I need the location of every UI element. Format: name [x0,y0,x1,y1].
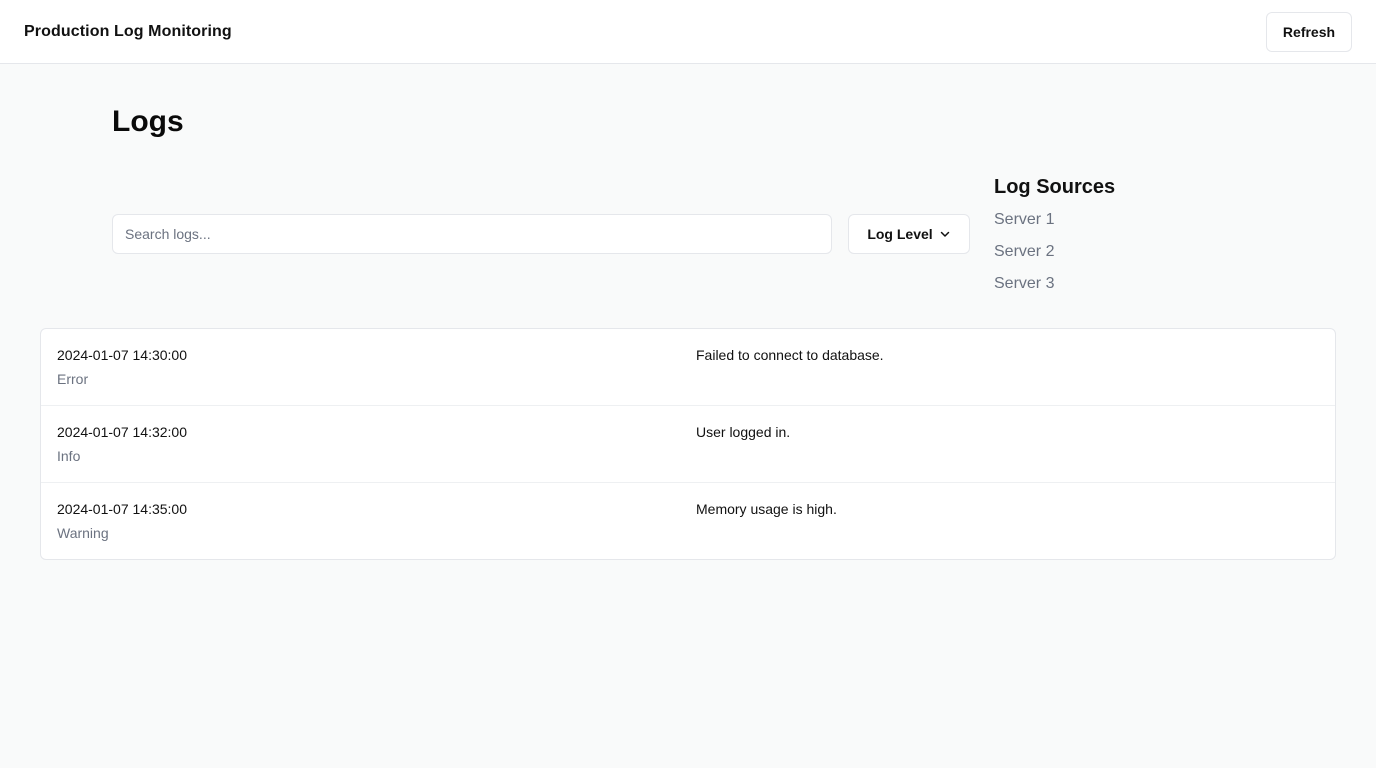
log-message: Failed to connect to database. [696,347,884,363]
chevron-down-icon [940,231,949,237]
log-timestamp: 2024-01-07 14:35:00 [57,501,187,517]
logs-table: 2024-01-07 14:30:00 Error Failed to conn… [40,328,1336,560]
log-level-label: Log Level [867,226,933,242]
source-item-server-1[interactable]: Server 1 [994,209,1054,231]
refresh-button[interactable]: Refresh [1266,12,1352,52]
source-item-server-2[interactable]: Server 2 [994,241,1054,263]
top-bar: Production Log Monitoring Refresh [0,0,1376,64]
source-item-server-3[interactable]: Server 3 [994,273,1054,295]
log-level-dropdown[interactable]: Log Level [848,214,970,254]
log-level: Info [57,448,81,464]
log-row[interactable]: 2024-01-07 14:32:00 Info User logged in. [41,406,1335,483]
log-timestamp: 2024-01-07 14:32:00 [57,424,187,440]
page-title: Logs [112,105,184,138]
log-row[interactable]: 2024-01-07 14:35:00 Warning Memory usage… [41,483,1335,559]
log-message: User logged in. [696,424,791,440]
search-input[interactable] [112,214,832,254]
log-level: Error [57,371,89,387]
log-message: Memory usage is high. [696,501,837,517]
log-timestamp: 2024-01-07 14:30:00 [57,347,187,363]
log-level: Warning [57,525,109,541]
log-row[interactable]: 2024-01-07 14:30:00 Error Failed to conn… [41,329,1335,406]
log-sources-title: Log Sources [994,176,1116,198]
app-title: Production Log Monitoring [24,23,232,40]
